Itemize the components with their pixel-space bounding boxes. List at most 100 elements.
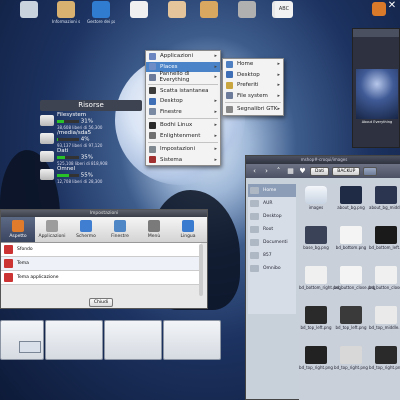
- file-thumbnail: [375, 306, 397, 324]
- preview-titlebar[interactable]: [353, 29, 399, 37]
- file-name: bd_button_close.png: [369, 285, 400, 290]
- sidebar-place[interactable]: 857: [248, 249, 296, 262]
- file-item[interactable]: bd_top_left.png: [299, 306, 333, 331]
- settings-row[interactable]: Tema applicazione: [1, 271, 201, 285]
- file-thumbnail: [340, 306, 362, 324]
- file-thumbnail: [340, 346, 362, 364]
- abc-icon[interactable]: ABC: [275, 1, 293, 18]
- menu-item[interactable]: Applicazioni ▸: [146, 51, 220, 62]
- submenu-item[interactable]: Home ▸: [223, 59, 283, 70]
- sidebar-place[interactable]: AUR: [248, 197, 296, 210]
- breadcrumb-button[interactable]: Dati: [310, 166, 330, 176]
- grid-view-icon[interactable]: ▦: [286, 167, 295, 176]
- sidebar-place-label: Home: [263, 188, 277, 193]
- settings-tab[interactable]: Aspetto: [1, 217, 35, 242]
- launcher-icon[interactable]: [200, 1, 218, 18]
- file-item[interactable]: base_bg.png: [299, 226, 333, 251]
- file-name: bd_bottom_left.png: [369, 245, 400, 250]
- close-button[interactable]: Chiudi: [89, 298, 113, 307]
- settings-tab-label: Finestre: [111, 234, 129, 239]
- menu-separator: [148, 142, 218, 143]
- sidebar-place[interactable]: Documenti: [248, 236, 296, 249]
- menu-item[interactable]: Impostazioni ▸: [146, 144, 220, 155]
- breadcrumb-button[interactable]: [363, 166, 378, 176]
- menu-item[interactable]: Pannello di Everything ▸: [146, 71, 220, 83]
- drive-icon: [250, 239, 259, 246]
- launcher-icon[interactable]: [168, 1, 186, 18]
- usage-fill: [57, 173, 70, 177]
- settings-tab[interactable]: Finestre: [103, 217, 137, 242]
- file-item[interactable]: about_bg_middle.png: [369, 186, 400, 211]
- up-icon[interactable]: ˄: [274, 167, 283, 176]
- menu-item[interactable]: Desktop ▸: [146, 96, 220, 107]
- file-item[interactable]: bd_bottom.png: [334, 226, 368, 251]
- menu-item-label: Finestre: [160, 108, 182, 115]
- file-item[interactable]: bd_bottom_left.png: [369, 226, 400, 251]
- sidebar-place-label: Omnibo: [263, 266, 281, 271]
- menu-item[interactable]: Sistema ▸: [146, 155, 220, 166]
- drive-icon: [40, 115, 54, 126]
- preview-window[interactable]: About Everything: [352, 28, 400, 148]
- usage-percent: 35%: [79, 154, 93, 160]
- file-item[interactable]: bd_button_close.png: [334, 266, 375, 291]
- settings-row[interactable]: Sfondo: [1, 243, 201, 257]
- settings-row[interactable]: Tema: [1, 257, 201, 271]
- close-icon[interactable]: ✕: [386, 0, 398, 12]
- drive-icon: [250, 265, 259, 272]
- preview-caption: About Everything: [361, 120, 393, 124]
- sidebar-place[interactable]: Omnibo: [248, 262, 296, 275]
- forward-icon[interactable]: ›: [262, 167, 271, 176]
- settings-scrollbar[interactable]: [199, 244, 203, 296]
- back-icon[interactable]: ‹: [250, 167, 259, 176]
- settings-tab[interactable]: Lingua: [171, 217, 205, 242]
- file-item[interactable]: bd_bottom_right.png: [299, 266, 341, 291]
- submenu-item[interactable]: Segnalibri GTK ▸: [223, 104, 283, 115]
- menu-item[interactable]: Scatta istantanea: [146, 86, 220, 97]
- menu-item-label: Scatta istantanea: [160, 87, 209, 94]
- sidebar-place[interactable]: Desktop: [248, 210, 296, 223]
- submenu-item[interactable]: Preferiti ▸: [223, 80, 283, 91]
- usage-fill: [57, 155, 65, 159]
- file-item[interactable]: bd_top_right.png: [299, 346, 333, 371]
- file-item[interactable]: bd_top_left.png: [334, 306, 368, 331]
- submenu-item[interactable]: File system ▸: [223, 91, 283, 102]
- menu-item[interactable]: Bodhi Linux ▸: [146, 120, 220, 131]
- submenu-item[interactable]: Desktop ▸: [223, 70, 283, 81]
- sidebar-place[interactable]: Home: [248, 184, 296, 197]
- file-item[interactable]: bd_button_close.png: [369, 266, 400, 291]
- pager-desk-3[interactable]: [104, 320, 162, 360]
- menu-item-icon: [149, 73, 156, 81]
- launcher-icon[interactable]: [238, 1, 256, 18]
- settings-tab[interactable]: Applicazioni: [35, 217, 69, 242]
- file-manager-toolbar: ‹ › ˄ ▦ ♥ Dati BACKUP: [246, 164, 400, 178]
- favorite-icon[interactable]: ♥: [298, 167, 307, 176]
- launcher-icon[interactable]: [20, 1, 38, 18]
- file-item[interactable]: bd_top_right.png: [334, 346, 368, 371]
- settings-tab[interactable]: Schermo: [69, 217, 103, 242]
- submenu-item-label: Desktop: [237, 71, 260, 78]
- launcher-icon[interactable]: [57, 1, 75, 18]
- chevron-right-icon: ▸: [214, 63, 217, 70]
- drive-row: /media/sda5 4% 93,137 liberi di 97,120: [40, 130, 142, 148]
- launcher-icon[interactable]: [130, 1, 148, 18]
- file-item[interactable]: about_bg.png: [334, 186, 368, 211]
- file-item[interactable]: bd_top_middle.png: [369, 306, 400, 331]
- sidebar-place[interactable]: Root: [248, 223, 296, 236]
- pager-desk-2[interactable]: [45, 320, 103, 360]
- pager-desk-1[interactable]: [0, 320, 44, 360]
- file-manager-titlebar[interactable]: mshop#-croqui/images: [246, 156, 400, 164]
- menu-item[interactable]: Finestre ▸: [146, 107, 220, 118]
- settings-window: Impostazioni Aspetto Applicazioni Schermo F…: [0, 209, 208, 309]
- drive-icon: [250, 213, 259, 220]
- breadcrumb-button[interactable]: BACKUP: [332, 166, 361, 176]
- pager-desk-4[interactable]: [163, 320, 221, 360]
- file-item[interactable]: bd_top_right.png: [369, 346, 400, 371]
- sidebar-place-label: Desktop: [263, 214, 282, 219]
- launcher-icon[interactable]: [92, 1, 110, 18]
- settings-tab[interactable]: Menù: [137, 217, 171, 242]
- launcher-icon[interactable]: [372, 2, 386, 16]
- menu-item[interactable]: Enlightenment ▸: [146, 131, 220, 142]
- settings-titlebar[interactable]: Impostazioni: [1, 210, 207, 217]
- context-menu: Applicazioni ▸ Places ▸ Pannello di Everythi…: [145, 50, 221, 166]
- file-item[interactable]: images: [299, 186, 333, 211]
